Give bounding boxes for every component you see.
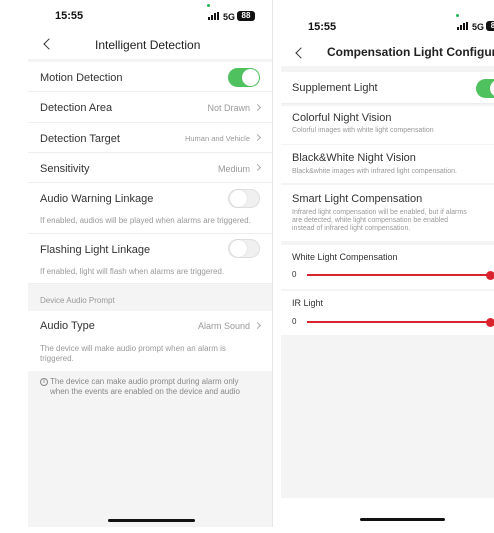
sensitivity-label: Sensitivity (40, 163, 90, 175)
flashing-light-label: Flashing Light Linkage (40, 244, 151, 256)
option-desc: Black&white images with infrared light c… (292, 168, 457, 175)
option-smart-light-compensation[interactable]: Smart Light Compensation Infrared light … (281, 185, 494, 241)
audio-type-hint: The device will make audio prompt when a… (40, 344, 226, 363)
battery-icon: 88 (237, 11, 255, 21)
intelligent-detection-screen: 15:55 5G 88 Intelligent Detection Motion… (28, 0, 272, 527)
home-indicator[interactable] (360, 518, 445, 521)
audio-warning-label: Audio Warning Linkage (40, 193, 154, 205)
option-bw-night-vision[interactable]: Black&White Night Vision Black&white ima… (281, 145, 494, 183)
audio-type-value: Alarm Sound (197, 321, 250, 331)
detection-target-label: Detection Target (40, 133, 120, 145)
supplement-light-toggle[interactable] (476, 79, 494, 98)
audio-warning-row: Audio Warning Linkage If enabled, audios… (28, 183, 272, 234)
slider-fill (307, 321, 490, 323)
home-indicator[interactable] (108, 519, 195, 522)
page-title: Intelligent Detection (95, 38, 201, 52)
signal-icon (457, 22, 468, 30)
info-icon: i (40, 378, 48, 386)
audio-type-row[interactable]: Audio Type Alarm Sound The device will m… (28, 311, 272, 371)
detection-target-value: Human and Vehicle (184, 134, 250, 143)
audio-type-label: Audio Type (40, 320, 95, 332)
nav-bar: Compensation Light Configuratio (281, 40, 494, 68)
back-icon[interactable] (43, 38, 55, 50)
nav-bar: Intelligent Detection (28, 30, 272, 58)
status-time: 15:55 (308, 21, 337, 33)
option-desc: Colorful images with white light compens… (292, 127, 434, 134)
network-label: 5G (472, 22, 485, 32)
network-label: 5G (223, 12, 236, 22)
signal-dot (456, 14, 459, 17)
option-title: Colorful Night Vision (292, 112, 392, 124)
compensation-light-screen: 15:55 5G 8 Compensation Light Configurat… (281, 0, 494, 527)
slider-fill (307, 274, 490, 276)
status-time: 15:55 (55, 10, 84, 22)
status-bar: 15:55 5G 88 (28, 0, 272, 32)
audio-warning-toggle[interactable] (228, 189, 260, 208)
option-desc: Infrared light compensation will be enab… (292, 209, 467, 232)
flashing-light-row: Flashing Light Linkage If enabled, light… (28, 234, 272, 284)
sensitivity-value: Medium (217, 164, 250, 174)
screen-divider (272, 0, 273, 527)
slider-label: White Light Compensation (292, 252, 398, 262)
ir-light-slider-row: IR Light 0 (281, 291, 494, 335)
status-bar: 15:55 5G 8 (281, 0, 494, 33)
section-label-device-audio: Device Audio Prompt (40, 296, 115, 305)
chevron-right-icon (253, 133, 262, 142)
motion-detection-row: Motion Detection (28, 62, 272, 92)
white-light-slider-row: White Light Compensation 0 (281, 245, 494, 289)
detection-target-row[interactable]: Detection Target Human and Vehicle (28, 123, 272, 153)
slider-thumb[interactable] (485, 270, 494, 280)
chevron-right-icon (253, 103, 262, 112)
audio-warning-hint: If enabled, audios will be played when a… (40, 216, 251, 225)
supplement-light-label: Supplement Light (292, 82, 378, 94)
option-title: Black&White Night Vision (292, 152, 416, 164)
signal-dot (207, 4, 210, 7)
option-colorful-night-vision[interactable]: Colorful Night Vision Colorful images wi… (281, 106, 494, 144)
info-note: The device can make audio prompt during … (50, 377, 240, 396)
signal-icon (208, 12, 219, 20)
sensitivity-row[interactable]: Sensitivity Medium (28, 153, 272, 183)
detection-area-value: Not Drawn (207, 103, 250, 113)
chevron-right-icon (253, 321, 262, 330)
slider-thumb[interactable] (485, 317, 494, 327)
battery-icon: 8 (486, 21, 494, 31)
motion-detection-toggle[interactable] (228, 68, 260, 87)
motion-detection-label: Motion Detection (40, 72, 123, 84)
flashing-light-toggle[interactable] (228, 239, 260, 258)
back-icon[interactable] (295, 47, 307, 59)
bottom-bar (281, 498, 494, 527)
flashing-light-hint: If enabled, light will flash when alarms… (40, 267, 225, 276)
ir-light-slider[interactable] (307, 317, 494, 327)
slider-min: 0 (292, 270, 297, 279)
supplement-light-row: Supplement Light (281, 72, 494, 104)
white-light-slider[interactable] (307, 270, 494, 280)
detection-area-label: Detection Area (40, 102, 113, 114)
detection-area-row[interactable]: Detection Area Not Drawn (28, 92, 272, 123)
option-title: Smart Light Compensation (292, 193, 423, 205)
slider-min: 0 (292, 317, 297, 326)
page-title: Compensation Light Configuratio (327, 45, 494, 59)
slider-label: IR Light (292, 298, 324, 308)
chevron-right-icon (253, 163, 262, 172)
